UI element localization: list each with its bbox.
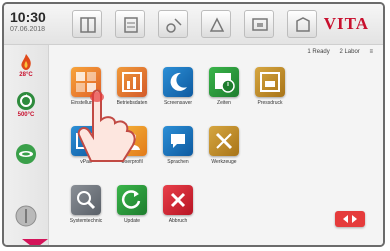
rail-item-oven[interactable] (9, 143, 43, 165)
tile-label-10: Systemtechnic (69, 218, 103, 224)
tile-sprachen[interactable] (163, 126, 193, 156)
toolbar-settings-button[interactable] (201, 10, 231, 38)
display-icon (252, 18, 268, 31)
tile-systemtechnic[interactable] (71, 185, 101, 215)
brand-logo: VITA (323, 14, 369, 33)
hand-pointer-icon (71, 85, 141, 170)
moon-icon (170, 72, 187, 91)
clock-time: 10:30 (10, 9, 46, 25)
status-labor: 2 Labor (339, 49, 360, 55)
rail-item-power[interactable] (9, 205, 43, 227)
program-icon (80, 17, 96, 33)
status-row: 1 Ready 2 Labor ≡ (299, 49, 373, 55)
tile-label-11: Update (123, 218, 141, 224)
flame-icon (21, 54, 31, 70)
tools-icon (215, 132, 233, 150)
tile-label-4: Zeiten (217, 100, 231, 106)
rail-item-cycle[interactable]: 500°C (9, 91, 43, 118)
oven-icon (16, 144, 36, 164)
tile-label-8: Sprachen (167, 159, 189, 165)
tile-pressdruck[interactable] (255, 67, 285, 97)
top-bar: 10:30 07.06.2018 VITA (4, 4, 383, 45)
toolbar-dental-button[interactable] (158, 10, 188, 38)
toolbar-program-button[interactable] (72, 10, 102, 38)
rail-item-heating[interactable]: 28°C (9, 53, 43, 78)
tile-werkzeuge[interactable] (209, 126, 239, 156)
arrows-icon (343, 215, 357, 223)
info-icon (296, 17, 310, 32)
update-icon (121, 190, 141, 209)
device-frame: 10:30 07.06.2018 VITA 28°C 500°C 1 Ready… (2, 2, 385, 247)
left-rail: 28°C 500°C (4, 45, 49, 245)
tile-update[interactable] (117, 185, 147, 215)
tile-label-3: Screensaver (163, 100, 193, 106)
main-panel: 1 Ready 2 Labor ≡ Einstellungen Betriebs… (49, 45, 383, 245)
status-more[interactable]: ≡ (369, 49, 373, 55)
toolbar-info-button[interactable] (287, 10, 317, 38)
tile-abbruch[interactable] (163, 185, 193, 215)
tile-label-5: Pressdruck (257, 100, 283, 106)
recycle-icon (17, 92, 35, 110)
tile-label-12: Abbruch (168, 218, 188, 224)
next-button[interactable] (335, 211, 365, 227)
dental-icon (166, 18, 182, 33)
rail-temp-2: 500°C (17, 112, 35, 118)
status-ready: 1 Ready (307, 49, 330, 55)
firing-icon (124, 17, 138, 33)
clock-icon (215, 73, 235, 93)
power-icon (15, 205, 37, 227)
cancel-icon (170, 192, 186, 208)
tile-label-9: Werkzeuge (211, 159, 237, 165)
clock: 10:30 07.06.2018 (10, 10, 46, 33)
rail-temp-1: 28°C (19, 72, 33, 78)
toolbar-firing-button[interactable] (115, 10, 145, 38)
press-icon (260, 72, 280, 92)
tile-screensaver[interactable] (163, 67, 193, 97)
toolbar-display-button[interactable] (244, 10, 274, 38)
settings-icon (209, 17, 225, 32)
clock-date: 07.06.2018 (10, 26, 46, 33)
system-icon (77, 191, 96, 210)
tile-zeiten[interactable] (209, 67, 239, 97)
language-icon (171, 134, 185, 148)
